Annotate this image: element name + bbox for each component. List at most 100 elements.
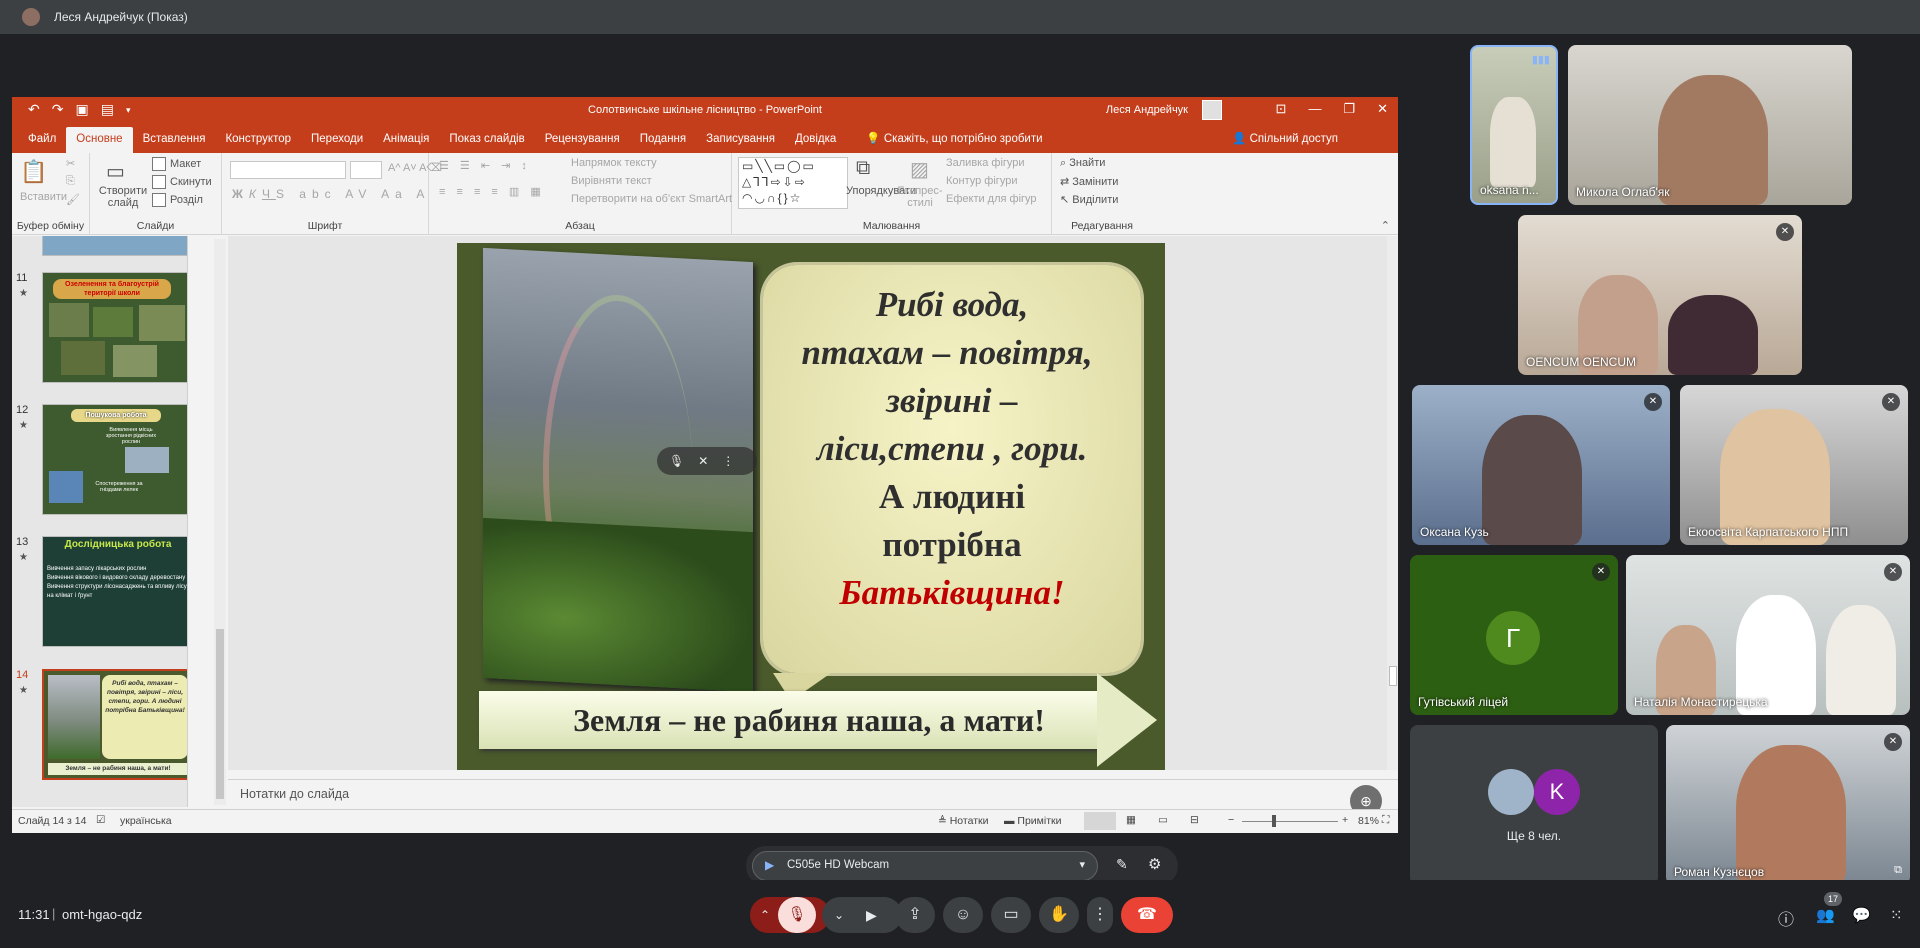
mic-off-icon[interactable]: 🎙 [669,454,698,468]
format-painter-icon[interactable]: 🖌 [66,193,80,206]
quick-styles-button[interactable]: Експрес-стилі [896,185,944,209]
copy-icon[interactable]: ⎘ [66,175,75,188]
select-button[interactable]: ↖ Виділити [1060,193,1118,206]
more-icon[interactable]: ⋮ [722,454,748,468]
slide-thumbnail-14[interactable]: Рибі вода, птахам – повітря, звірині – л… [42,669,187,780]
smartart-button[interactable]: Перетворити на об'єкт SmartArt [571,193,732,205]
more-options-button[interactable]: ⋮ [1087,897,1113,933]
paste-icon[interactable]: 📋 [20,159,47,185]
editor-scrollbar[interactable] [1387,236,1398,770]
current-slide[interactable]: 🎙✕⋮ Рибі вода, птахам – повітря, звірині… [457,243,1165,770]
gear-icon[interactable]: ⚙ [1148,855,1161,873]
list-icons[interactable]: ☰ ☰ ⇤ ⇥ ↕ [439,159,531,172]
tab-recording[interactable]: Записування [696,127,785,153]
chevron-up-icon[interactable]: ⌃ [760,897,770,933]
activities-icon[interactable]: ⁙ [1890,906,1903,924]
minimize-icon[interactable]: — [1308,101,1321,117]
people-icon[interactable]: 👥 [1816,906,1835,924]
shapes-gallery[interactable]: ▭╲╲▭◯▭ △⅂⅂⇨⇩⇨ ◠◡∩{}☆ [738,157,848,209]
tell-me-search[interactable]: 💡 Скажіть, що потрібно зробити [856,127,1052,153]
zoom-slider-thumb[interactable] [1272,815,1276,827]
tab-slideshow[interactable]: Показ слайдів [439,127,534,153]
slide-thumbnail-11[interactable]: Озеленення та благоустрій території школ… [42,272,187,383]
notes-pane[interactable]: Нотатки до слайда [228,779,1398,807]
participant-tile[interactable]: ✕ Оксана Кузь [1412,385,1670,545]
restore-icon[interactable]: ❐ [1343,101,1355,117]
chat-icon[interactable]: 💬 [1852,906,1871,924]
shape-outline-button[interactable]: Контур фігури [946,175,1017,187]
participant-tile[interactable]: ✕ Наталія Монастирецька [1626,555,1910,715]
reading-view-icon[interactable]: ▭ [1158,814,1168,826]
raise-hand-button[interactable]: ✋ [1039,897,1079,933]
tab-animations[interactable]: Анімація [373,127,439,153]
info-icon[interactable]: ⓘ [1778,906,1794,930]
captions-button[interactable]: ▭ [991,897,1031,933]
collapse-ribbon-icon[interactable]: ⌃ [1381,219,1390,232]
thumb-scrollbar-thumb[interactable] [216,629,224,799]
present-button[interactable]: ⇪ [895,897,935,933]
paste-button[interactable]: Вставити [20,191,67,203]
tab-file[interactable]: Файл [18,127,66,153]
shape-effects-button[interactable]: Ефекти для фігур [946,193,1037,205]
effects-icon[interactable]: ✎ [1116,856,1128,873]
close-icon[interactable]: ✕ [1377,101,1388,117]
leave-call-button[interactable]: ☎ [1121,897,1173,933]
font-size-field[interactable] [350,161,382,179]
ribbon-display-icon[interactable]: ⊡ [1276,101,1287,117]
mic-off-button[interactable]: 🎙 [778,897,816,933]
arrange-icon[interactable]: ⧉ [856,157,870,180]
participant-tile[interactable]: ▮▮▮ oksana n... [1470,45,1558,205]
chevron-down-icon[interactable]: ⌄ [834,897,844,933]
tab-home[interactable]: Основне [66,127,133,153]
shape-fill-button[interactable]: Заливка фігури [946,157,1025,169]
zoom-level[interactable]: 81% [1358,815,1379,827]
zoom-out-icon[interactable]: − [1228,814,1234,826]
quick-styles-icon[interactable]: ▨ [910,157,929,182]
find-button[interactable]: ⌕ Знайти [1060,157,1105,170]
text-direction-button[interactable]: Напрямок тексту [571,157,657,169]
ppt-user-avatar[interactable] [1202,100,1222,120]
participant-tile[interactable]: Микола Оглаб'як [1568,45,1852,205]
align-text-button[interactable]: Вирівняти текст [571,175,652,187]
font-format-buttons[interactable]: ЖКЧS abc AV Aa A [232,187,430,201]
participant-tile[interactable]: ✕ Роман Кузнєцов ⧉ [1666,725,1910,885]
participant-tile[interactable]: K Ще 8 чел. [1410,725,1658,885]
ppt-user-name[interactable]: Леся Андрейчук [1106,104,1188,116]
new-slide-icon[interactable]: ▭ [106,159,125,184]
fit-slide-icon[interactable]: ⛶ [1382,814,1389,827]
camera-button-group[interactable]: ⌄ ▶ [822,897,902,933]
font-name-field[interactable] [230,161,346,179]
media-overlay-controls[interactable]: 🎙✕⋮ [657,447,757,475]
share-button[interactable]: 👤 Спільний доступ [1222,127,1348,153]
camera-dropdown[interactable]: ▶ C505e HD Webcam ▾ [752,851,1098,881]
reactions-button[interactable]: ☺ [943,897,983,933]
pip-icon[interactable]: ⧉ [1894,864,1902,877]
new-slide-button[interactable]: Створити слайд [96,185,150,209]
cut-icon[interactable]: ✂ [66,157,75,170]
thumb-scrollbar[interactable] [214,239,226,805]
tab-view[interactable]: Подання [630,127,696,153]
align-icons[interactable]: ≡ ≡ ≡ ≡ ▥ ▦ [439,185,545,198]
tab-review[interactable]: Рецензування [535,127,630,153]
participant-tile[interactable]: Г ✕ Гутівський ліцей [1410,555,1618,715]
slideshow-view-icon[interactable]: ⊟ [1190,814,1199,826]
editor-scrollbar-thumb[interactable] [1389,666,1397,686]
tab-transitions[interactable]: Переходи [301,127,373,153]
participant-tile[interactable]: ✕ OENCUM OENCUM [1518,215,1802,375]
replace-button[interactable]: ⇄ Замінити [1060,175,1118,188]
comments-toggle[interactable]: ▬ Примітки [1004,815,1062,827]
layout-button[interactable]: Макет [152,157,201,171]
reset-button[interactable]: Скинути [152,175,212,189]
slide-thumbnail-10[interactable] [42,236,187,256]
zoom-in-icon[interactable]: + [1342,814,1348,826]
normal-view-icon[interactable] [1084,812,1116,830]
spellcheck-icon[interactable]: ☑ [96,814,105,826]
participant-tile[interactable]: ✕ Екоосвіта Карпатського НПП [1680,385,1908,545]
section-button[interactable]: Розділ [152,193,203,207]
zoom-slider[interactable] [1242,821,1338,822]
tab-design[interactable]: Конструктор [215,127,301,153]
cam-off-icon[interactable]: ✕ [698,454,722,468]
slide-thumbnail-12[interactable]: Пошукова робота Виявлення місць зростанн… [42,404,187,515]
slide-thumbnail-13[interactable]: Дослідницька робота Вивчення запасу ліка… [42,536,187,647]
tab-insert[interactable]: Вставлення [133,127,216,153]
